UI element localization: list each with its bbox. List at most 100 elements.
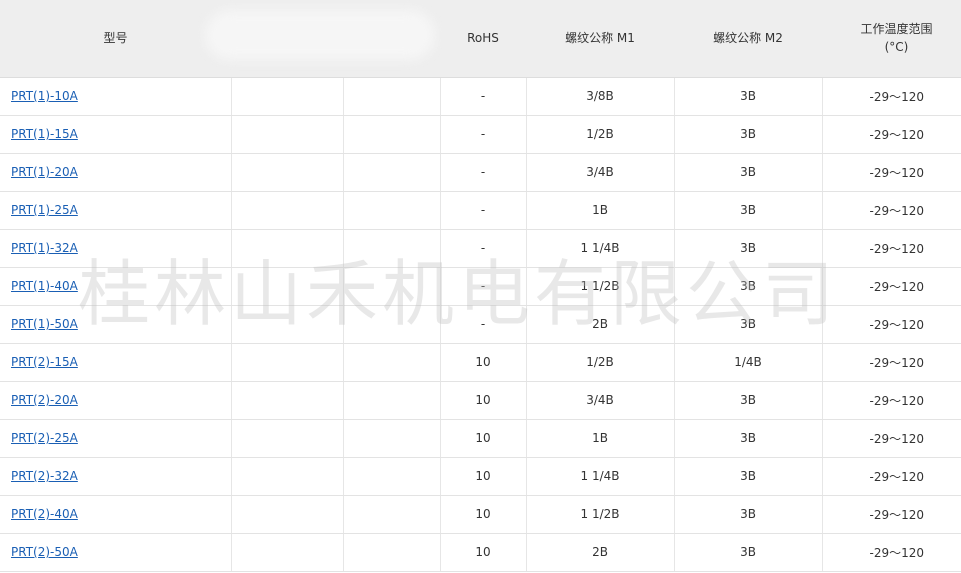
cell-thread-m1: 1B: [526, 419, 675, 458]
cell-thread-m1: 1 1/4B: [526, 457, 675, 496]
model-link[interactable]: PRT(1)-50A: [11, 317, 78, 331]
cell-blank-2: [343, 495, 441, 534]
cell-model: PRT(1)-32A: [0, 229, 232, 268]
model-link[interactable]: PRT(1)-25A: [11, 203, 78, 217]
cell-blank-2: [343, 305, 441, 344]
cell-model: PRT(2)-50A: [0, 533, 232, 572]
cell-model: PRT(2)-20A: [0, 381, 232, 420]
cell-blank-2: [343, 533, 441, 572]
model-link[interactable]: PRT(2)-50A: [11, 545, 78, 559]
cell-model: PRT(1)-25A: [0, 191, 232, 230]
model-link[interactable]: PRT(1)-20A: [11, 165, 78, 179]
model-link[interactable]: PRT(2)-15A: [11, 355, 78, 369]
cell-blank-1: [231, 267, 344, 306]
cell-temp-range: -29～120: [822, 343, 961, 382]
cell-rohs: 10: [440, 343, 527, 382]
header-blank-2: [343, 0, 440, 78]
cell-blank-1: [231, 343, 344, 382]
cell-thread-m2: 3B: [674, 77, 823, 116]
header-temp-label: 工作温度范围: [860, 22, 933, 37]
model-link[interactable]: PRT(1)-15A: [11, 127, 78, 141]
cell-blank-1: [231, 153, 344, 192]
table-row: PRT(2)-20A 10 3/4B 3B -29～120: [0, 381, 961, 420]
cell-blank-2: [343, 419, 441, 458]
cell-rohs: 10: [440, 457, 527, 496]
cell-thread-m2: 3B: [674, 267, 823, 306]
cell-thread-m2: 3B: [674, 381, 823, 420]
cell-thread-m2: 3B: [674, 229, 823, 268]
table-row: PRT(1)-15A -1/2B 3B -29～120: [0, 115, 961, 154]
header-model: 型号: [0, 0, 231, 78]
header-temp-range: 工作温度范围 (°C): [822, 0, 961, 78]
table-row: PRT(1)-40A -1 1/2B 3B -29～120: [0, 267, 961, 306]
model-link[interactable]: PRT(2)-32A: [11, 469, 78, 483]
cell-blank-1: [231, 495, 344, 534]
table-row: PRT(2)-15A 10 1/2B 1/4B -29～120: [0, 343, 961, 382]
cell-rohs: -: [440, 229, 527, 268]
cell-model: PRT(1)-20A: [0, 153, 232, 192]
cell-rohs: -: [440, 191, 527, 230]
cell-thread-m1: 2B: [526, 533, 675, 572]
model-link[interactable]: PRT(1)-10A: [11, 89, 78, 103]
cell-model: PRT(2)-40A: [0, 495, 232, 534]
cell-rohs: 10: [440, 495, 527, 534]
model-link[interactable]: PRT(1)-32A: [11, 241, 78, 255]
cell-model: PRT(1)-15A: [0, 115, 232, 154]
cell-model: PRT(2)-25A: [0, 419, 232, 458]
product-spec-table: 型号 RoHS 螺纹公称 M1 螺纹公称 M2 工作温度范围 (°C) PRT(…: [0, 0, 961, 572]
cell-thread-m1: 2B: [526, 305, 675, 344]
cell-blank-2: [343, 115, 441, 154]
cell-rohs: -: [440, 115, 527, 154]
cell-thread-m1: 3/8B: [526, 77, 675, 116]
table-row: PRT(1)-25A -1B 3B -29～120: [0, 191, 961, 230]
cell-blank-1: [231, 191, 344, 230]
table-header: 型号 RoHS 螺纹公称 M1 螺纹公称 M2 工作温度范围 (°C): [0, 0, 961, 78]
cell-temp-range: -29～120: [822, 495, 961, 534]
cell-model: PRT(2)-15A: [0, 343, 232, 382]
cell-blank-1: [231, 457, 344, 496]
model-link[interactable]: PRT(2)-25A: [11, 431, 78, 445]
cell-blank-1: [231, 419, 344, 458]
table-row: PRT(2)-32A 10 1 1/4B 3B -29～120: [0, 457, 961, 496]
header-blank-1: [205, 0, 435, 78]
cell-temp-range: -29～120: [822, 533, 961, 572]
model-link[interactable]: PRT(2)-40A: [11, 507, 78, 521]
cell-blank-1: [231, 533, 344, 572]
cell-thread-m1: 1 1/4B: [526, 229, 675, 268]
cell-thread-m2: 3B: [674, 419, 823, 458]
table-row: PRT(1)-32A -1 1/4B 3B -29～120: [0, 229, 961, 268]
cell-rohs: -: [440, 267, 527, 306]
cell-thread-m2: 1/4B: [674, 343, 823, 382]
cell-rohs: 10: [440, 533, 527, 572]
cell-thread-m1: 1 1/2B: [526, 267, 675, 306]
header-thread-m1: 螺纹公称 M1: [526, 0, 674, 78]
cell-blank-2: [343, 77, 441, 116]
cell-thread-m1: 3/4B: [526, 153, 675, 192]
cell-thread-m2: 3B: [674, 153, 823, 192]
cell-blank-2: [343, 457, 441, 496]
model-link[interactable]: PRT(2)-20A: [11, 393, 78, 407]
cell-rohs: -: [440, 153, 527, 192]
cell-blank-2: [343, 153, 441, 192]
cell-temp-range: -29～120: [822, 77, 961, 116]
cell-blank-2: [343, 381, 441, 420]
cell-thread-m2: 3B: [674, 191, 823, 230]
cell-thread-m2: 3B: [674, 457, 823, 496]
model-link[interactable]: PRT(1)-40A: [11, 279, 78, 293]
cell-rohs: 10: [440, 419, 527, 458]
cell-blank-1: [231, 115, 344, 154]
cell-blank-1: [231, 305, 344, 344]
cell-blank-2: [343, 191, 441, 230]
cell-thread-m2: 3B: [674, 533, 823, 572]
cell-thread-m1: 1B: [526, 191, 675, 230]
cell-thread-m2: 3B: [674, 495, 823, 534]
cell-temp-range: -29～120: [822, 267, 961, 306]
cell-thread-m2: 3B: [674, 305, 823, 344]
cell-model: PRT(2)-32A: [0, 457, 232, 496]
table-row: PRT(1)-20A -3/4B 3B -29～120: [0, 153, 961, 192]
cell-thread-m1: 1 1/2B: [526, 495, 675, 534]
cell-model: PRT(1)-10A: [0, 77, 232, 116]
cell-thread-m1: 1/2B: [526, 115, 675, 154]
header-thread-m2: 螺纹公称 M2: [674, 0, 822, 78]
table-row: PRT(2)-25A 10 1B 3B -29～120: [0, 419, 961, 458]
